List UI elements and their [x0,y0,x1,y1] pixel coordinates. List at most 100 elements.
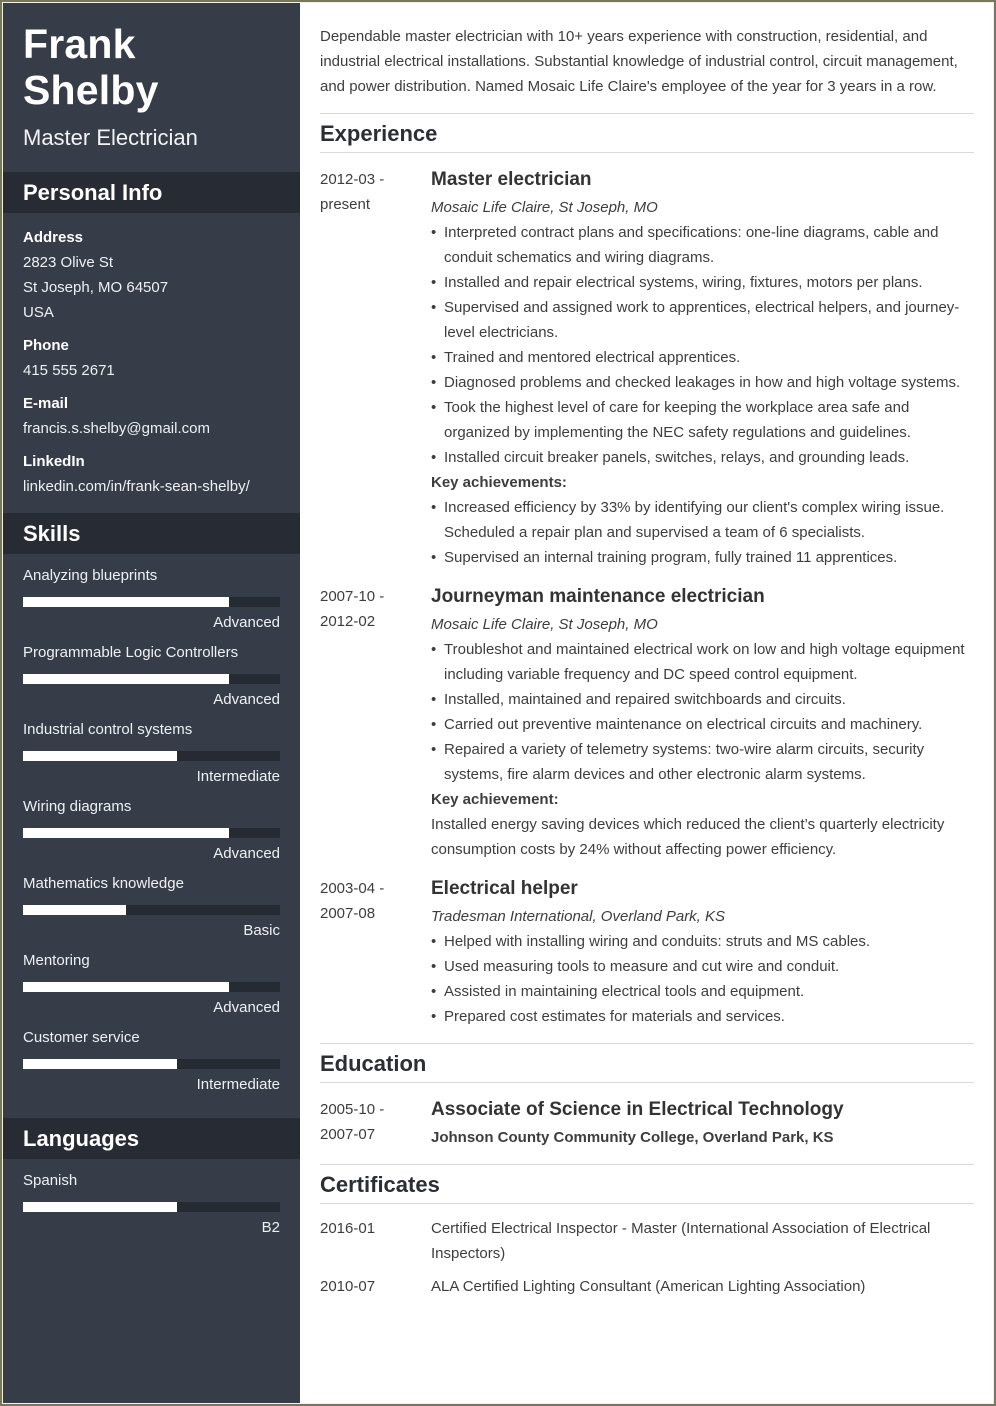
skill-level: Advanced [213,845,280,862]
duty-item: Prepared cost estimates for materials an… [431,1004,974,1029]
school-name: Johnson County Community College, Overla… [431,1129,834,1146]
skill-level: Intermediate [196,768,280,785]
skill-item: Programmable Logic Controllers Advanced [23,643,280,710]
resume-page: Frank Shelby Master Electrician Personal… [0,0,996,1406]
education-heading: Education [320,1043,974,1083]
skill-bar-fill [23,597,229,607]
date-end: 2012-02 [320,613,376,630]
email-label: E-mail [23,395,69,412]
duty-item: Trained and mentored electrical apprenti… [431,345,974,370]
entry-dates: 2007-10 - 2012-02 [320,584,431,862]
key-achievements: Increased efficiency by 33% by identifyi… [431,495,974,570]
skill-bar [23,597,280,607]
certificates-heading: Certificates [320,1164,974,1204]
address-line: 2823 Olive St [23,254,114,271]
certificate-name: ALA Certified Lighting Consultant (Ameri… [431,1278,866,1295]
language-bar [23,1202,280,1212]
job-title: Master electrician [431,169,592,190]
duty-item: Installed circuit breaker panels, switch… [431,445,974,470]
job-title: Electrical helper [431,878,578,899]
skill-name: Mentoring [23,952,90,969]
skill-name: Customer service [23,1029,140,1046]
date-start: 2007-10 - [320,588,385,605]
date-end: 2007-08 [320,905,376,922]
address-line: USA [23,304,54,321]
experience-entry: 2012-03 - present Master electrician Mos… [320,167,974,570]
skills-heading: Skills [3,513,300,554]
job-company: Mosaic Life Claire, St Joseph, MO [431,199,658,216]
skill-item: Customer service Intermediate [23,1028,280,1095]
achievement-item: Supervised an internal training program,… [431,545,974,570]
linkedin-link[interactable]: linkedin.com/in/frank-sean-shelby/ [23,474,280,499]
skill-bar-fill [23,828,229,838]
certificate-date: 2010-07 [320,1278,376,1295]
candidate-name: Frank Shelby [23,21,159,113]
job-title: Journeyman maintenance electrician [431,586,765,607]
job-duties: Helped with installing wiring and condui… [431,929,974,1029]
experience-heading: Experience [320,113,974,153]
entry-body: Associate of Science in Electrical Techn… [431,1097,974,1150]
skill-bar [23,982,280,992]
skill-bar-fill [23,982,229,992]
sidebar: Frank Shelby Master Electrician Personal… [3,3,300,1403]
skill-bar [23,674,280,684]
address-label: Address [23,229,84,246]
phone-value: 415 555 2671 [23,362,115,379]
duty-item: Troubleshot and maintained electrical wo… [431,637,974,687]
duty-item: Took the highest level of care for keepi… [431,395,974,445]
skill-bar-fill [23,674,229,684]
key-achievement-label: Key achievement: [431,791,559,808]
personal-info: Address 2823 Olive St St Joseph, MO 6450… [3,213,300,513]
skill-item: Mathematics knowledge Basic [23,874,280,941]
job-duties: Interpreted contract plans and specifica… [431,220,974,470]
skill-bar-fill [23,751,178,761]
skill-bar [23,1059,280,1069]
degree-title: Associate of Science in Electrical Techn… [431,1099,844,1120]
duty-item: Supervised and assigned work to apprenti… [431,295,974,345]
key-achievement-text: Installed energy saving devices which re… [431,816,945,858]
language-level: B2 [261,1219,280,1236]
certificate-name: Certified Electrical Inspector - Master … [431,1220,931,1262]
skill-bar [23,905,280,915]
date-start: 2003-04 - [320,880,385,897]
experience-entry: 2007-10 - 2012-02 Journeyman maintenance… [320,584,974,862]
email-link[interactable]: francis.s.shelby@gmail.com [23,416,280,441]
certificate-entry: 2010-07 ALA Certified Lighting Consultan… [320,1274,974,1299]
linkedin-label: LinkedIn [23,453,85,470]
personal-info-heading: Personal Info [3,172,300,213]
date-start: 2005-10 - [320,1101,385,1118]
entry-body: Journeyman maintenance electrician Mosai… [431,584,974,862]
skill-item: Wiring diagrams Advanced [23,797,280,864]
languages-heading: Languages [3,1118,300,1159]
language-item: Spanish B2 [23,1171,280,1238]
phone-label: Phone [23,337,69,354]
resume-header: Frank Shelby Master Electrician [3,3,300,172]
certificate-entry: 2016-01 Certified Electrical Inspector -… [320,1216,974,1266]
skill-item: Mentoring Advanced [23,951,280,1018]
experience-entry: 2003-04 - 2007-08 Electrical helper Trad… [320,876,974,1029]
skills-list: Analyzing blueprints Advanced Programmab… [3,554,300,1118]
entry-dates: 2005-10 - 2007-07 [320,1097,431,1150]
skill-name: Analyzing blueprints [23,567,158,584]
skill-name: Wiring diagrams [23,798,132,815]
entry-dates: 2012-03 - present [320,167,431,570]
language-name: Spanish [23,1172,78,1189]
job-company: Mosaic Life Claire, St Joseph, MO [431,616,658,633]
job-company: Tradesman International, Overland Park, … [431,908,726,925]
entry-body: Master electrician Mosaic Life Claire, S… [431,167,974,570]
date-start: 2012-03 - [320,171,385,188]
skill-level: Advanced [213,999,280,1016]
skill-bar [23,751,280,761]
skill-bar-fill [23,905,126,915]
skill-item: Analyzing blueprints Advanced [23,566,280,633]
duty-item: Assisted in maintaining electrical tools… [431,979,974,1004]
duty-item: Installed, maintained and repaired switc… [431,687,974,712]
candidate-title: Master Electrician [23,125,198,150]
education-entry: 2005-10 - 2007-07 Associate of Science i… [320,1097,974,1150]
certificate-date: 2016-01 [320,1220,376,1237]
achievement-item: Increased efficiency by 33% by identifyi… [431,495,974,545]
skill-name: Industrial control systems [23,721,193,738]
skill-level: Basic [243,922,280,939]
